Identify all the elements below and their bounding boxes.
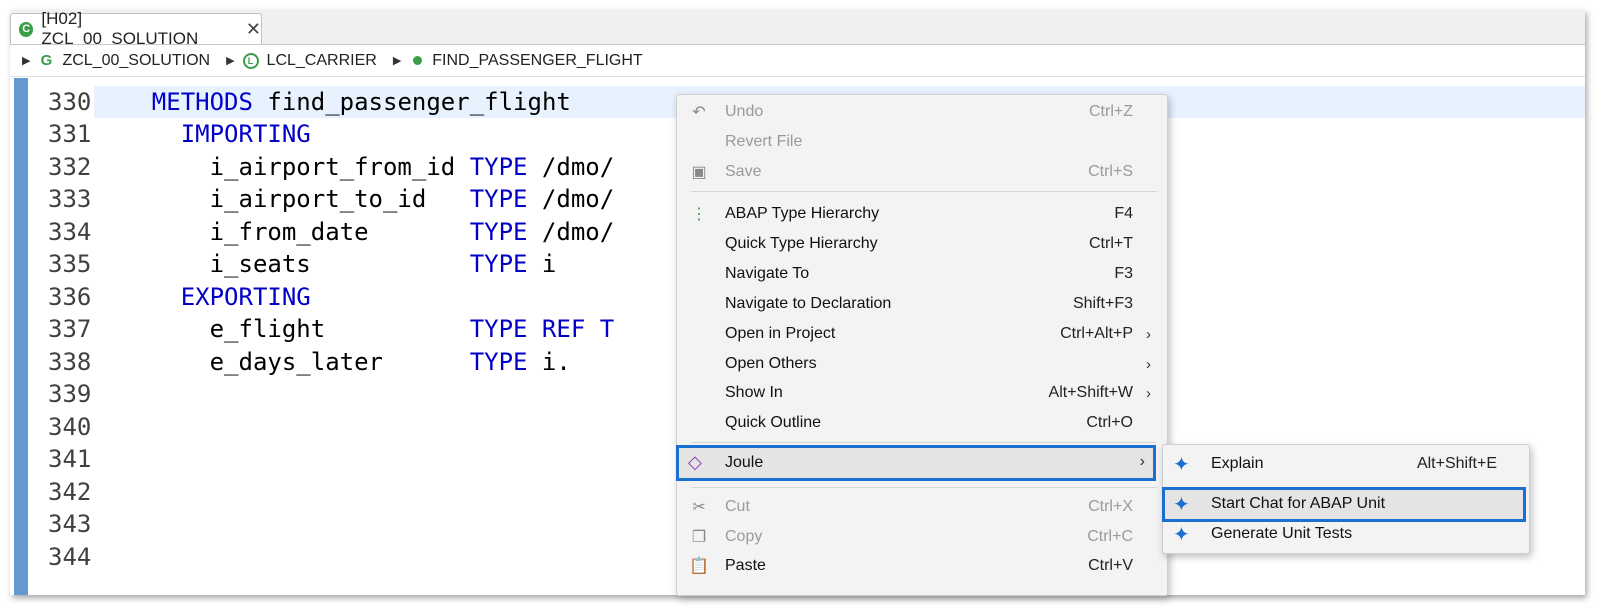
menu-item-quick-type-hierarchy[interactable]: Quick Type Hierarchy Ctrl+T bbox=[677, 229, 1167, 259]
line-number: 340 bbox=[48, 413, 92, 441]
menu-item-abap-type-hierarchy[interactable]: ⋮ ABAP Type Hierarchy F4 bbox=[677, 199, 1167, 229]
submenu-item-generate-unit-tests[interactable]: ✦ Generate Unit Tests bbox=[1163, 519, 1529, 549]
close-icon[interactable]: ✕ bbox=[246, 19, 261, 40]
line-number: 336 bbox=[48, 283, 92, 311]
save-icon: ▣ bbox=[691, 164, 707, 181]
line-number: 343 bbox=[48, 510, 92, 538]
chevron-right-icon: › bbox=[1146, 355, 1151, 373]
context-menu: ↶ Undo Ctrl+Z Revert File ▣ Save Ctrl+S … bbox=[676, 94, 1168, 596]
sparkle-icon: ✦ bbox=[1173, 454, 1190, 476]
chevron-right-icon: › bbox=[1146, 384, 1151, 402]
global-class-icon: G bbox=[40, 52, 53, 69]
code-line: e_days_later TYPE i. bbox=[209, 348, 571, 376]
local-class-icon: L bbox=[242, 52, 259, 69]
tab-title: [H02] ZCL_00_SOLUTION bbox=[41, 10, 199, 48]
code-line: IMPORTING bbox=[180, 120, 311, 148]
line-number: 330 bbox=[48, 88, 92, 116]
sparkle-icon: ✦ bbox=[1173, 524, 1190, 546]
code-line: i_from_date TYPE /dmo/ bbox=[209, 218, 615, 246]
code-line: i_seats TYPE i bbox=[209, 250, 557, 278]
menu-item-navigate-to-declaration[interactable]: Navigate to Declaration Shift+F3 bbox=[677, 289, 1167, 319]
sparkle-icon: ✦ bbox=[1173, 494, 1190, 516]
line-number: 335 bbox=[48, 250, 92, 278]
line-number: 334 bbox=[48, 218, 92, 246]
submenu-item-label: Start Chat for ABAP Unit bbox=[1211, 495, 1386, 512]
code-line: e_flight TYPE REF T bbox=[209, 315, 615, 343]
menu-item-save[interactable]: ▣ Save Ctrl+S bbox=[677, 157, 1167, 187]
menu-item-open-others[interactable]: Open Others › bbox=[677, 349, 1167, 379]
menu-item-joule-label: Joule bbox=[725, 454, 764, 471]
breadcrumb-item-method[interactable]: FIND_PASSENGER_FLIGHT bbox=[432, 52, 642, 70]
menu-item-quick-outline[interactable]: Quick Outline Ctrl+O bbox=[677, 408, 1167, 438]
hierarchy-icon: ⋮ bbox=[691, 206, 707, 223]
editor-tab[interactable]: C [H02] ZCL_00_SOLUTION ✕ bbox=[10, 10, 262, 48]
method-icon bbox=[413, 56, 423, 65]
cut-icon: ✂ bbox=[692, 499, 706, 516]
code-line: i_airport_to_id TYPE /dmo/ bbox=[209, 185, 615, 213]
copy-icon: ❐ bbox=[691, 529, 707, 546]
undo-icon: ↶ bbox=[692, 104, 706, 121]
menu-separator bbox=[691, 442, 1157, 443]
chevron-right-icon[interactable]: ▶ bbox=[22, 54, 30, 67]
menu-item-joule[interactable]: ◇ Joule › bbox=[676, 445, 1156, 481]
menu-item-open-in-project[interactable]: Open in Project Ctrl+Alt+P › bbox=[677, 319, 1167, 349]
menu-item-revert-file[interactable]: Revert File bbox=[677, 127, 1167, 157]
line-number: 341 bbox=[48, 445, 92, 473]
breadcrumb: ▶ G ZCL_00_SOLUTION ▶ L LCL_CARRIER ▶ FI… bbox=[10, 45, 1585, 77]
menu-item-undo[interactable]: ↶ Undo Ctrl+Z bbox=[677, 97, 1167, 127]
chevron-right-icon[interactable]: ▶ bbox=[226, 54, 234, 67]
code-line: EXPORTING bbox=[180, 283, 311, 311]
line-number: 333 bbox=[48, 185, 92, 213]
class-icon: C bbox=[19, 21, 34, 37]
line-number: 337 bbox=[48, 315, 92, 343]
overview-ruler bbox=[14, 78, 28, 595]
chevron-right-icon[interactable]: ▶ bbox=[393, 54, 401, 67]
chevron-right-icon: › bbox=[1139, 453, 1145, 470]
menu-item-cut[interactable]: ✂ Cut Ctrl+X bbox=[677, 492, 1167, 522]
menu-item-paste[interactable]: 📋 Paste Ctrl+V bbox=[677, 551, 1167, 581]
line-number: 342 bbox=[48, 478, 92, 506]
line-number: 338 bbox=[48, 348, 92, 376]
tab-bar: C [H02] ZCL_00_SOLUTION ✕ bbox=[10, 10, 1585, 48]
breadcrumb-item-local-class[interactable]: LCL_CARRIER bbox=[267, 52, 377, 70]
code-line: i_airport_from_id TYPE /dmo/ bbox=[209, 153, 615, 181]
breadcrumb-item-class[interactable]: ZCL_00_SOLUTION bbox=[62, 52, 210, 70]
line-number: 344 bbox=[48, 543, 92, 571]
menu-separator bbox=[691, 487, 1157, 488]
menu-item-show-in[interactable]: Show In Alt+Shift+W › bbox=[677, 378, 1167, 408]
paste-icon: 📋 bbox=[689, 558, 709, 575]
line-number: 332 bbox=[48, 153, 92, 181]
chevron-right-icon: › bbox=[1146, 325, 1151, 343]
code-line: METHODS find_passenger_flight bbox=[151, 88, 571, 116]
line-number: 339 bbox=[48, 380, 92, 408]
submenu-item-explain[interactable]: ✦ Explain Alt+Shift+E bbox=[1163, 449, 1529, 479]
line-number-gutter: 330 331 332 333 334 335 336 337 338 339 … bbox=[28, 78, 92, 595]
submenu-item-start-chat-abap-unit[interactable]: ✦ Start Chat for ABAP Unit bbox=[1162, 487, 1526, 522]
menu-separator bbox=[691, 191, 1157, 192]
menu-item-copy[interactable]: ❐ Copy Ctrl+C bbox=[677, 522, 1167, 552]
joule-icon: ◇ bbox=[688, 452, 702, 472]
menu-item-navigate-to[interactable]: Navigate To F3 bbox=[677, 259, 1167, 289]
line-number: 331 bbox=[48, 120, 92, 148]
